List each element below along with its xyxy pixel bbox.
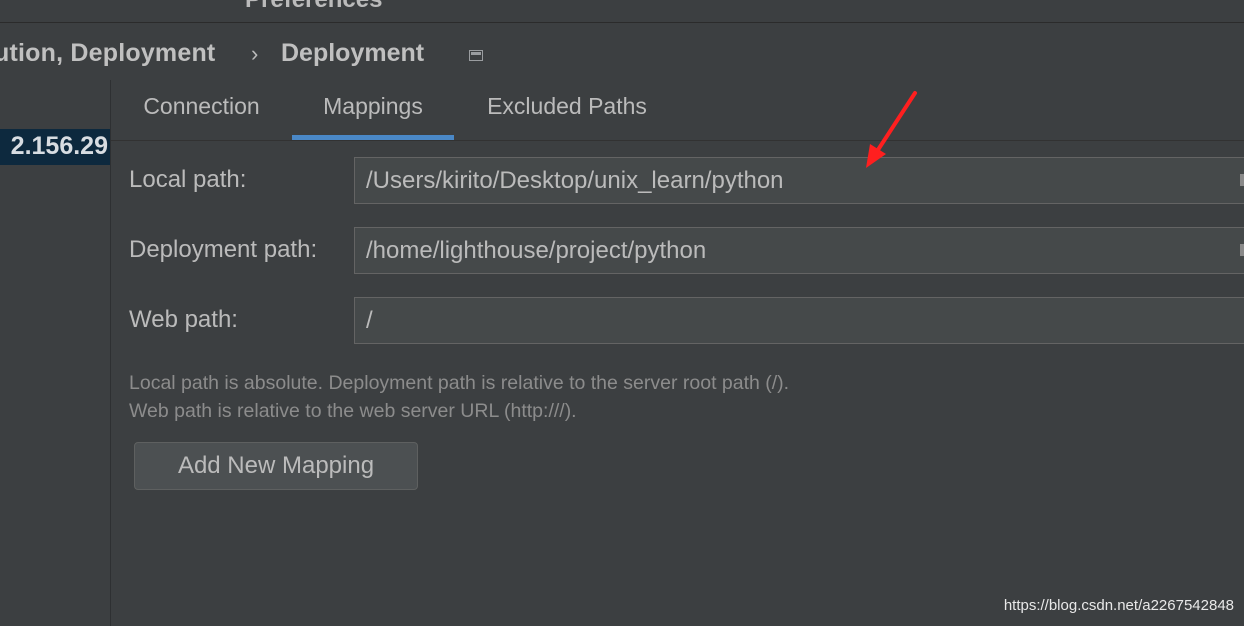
hint-local-path: Local path is absolute. Deployment path … [129,372,790,394]
local-path-browse-icon[interactable] [1240,174,1244,186]
red-arrow-icon [866,91,917,168]
window-title: Preferences [245,0,382,14]
hint-web-path: Web path is relative to the web server U… [129,400,577,422]
tab-bar: Connection Mappings Excluded Paths [111,80,1244,141]
breadcrumb: ution, Deployment › Deployment [0,23,1244,83]
deployment-path-browse-icon[interactable] [1240,244,1244,256]
deployment-path-input[interactable] [354,227,1244,274]
server-list-panel: 2.156.29 [0,80,111,626]
tab-excluded-paths[interactable]: Excluded Paths [454,80,680,140]
add-new-mapping-button[interactable]: Add New Mapping [134,442,418,490]
web-path-input[interactable] [354,297,1244,344]
server-name: 2.156.29 [10,132,108,160]
server-list-item-selected[interactable]: 2.156.29 [0,129,110,165]
local-path-input[interactable] [354,157,1244,204]
tab-connection[interactable]: Connection [111,80,292,140]
local-path-label: Local path: [129,166,247,193]
web-path-label: Web path: [129,306,238,333]
breadcrumb-current: Deployment [281,39,425,67]
window-titlebar: Preferences [0,0,1244,23]
breadcrumb-separator: › [251,41,259,66]
window-icon[interactable] [469,50,483,61]
deployment-path-label: Deployment path: [129,236,318,263]
breadcrumb-parent[interactable]: ution, Deployment [0,39,215,68]
watermark: https://blog.csdn.net/a2267542848 [1003,597,1234,614]
tab-mappings[interactable]: Mappings [292,80,454,140]
